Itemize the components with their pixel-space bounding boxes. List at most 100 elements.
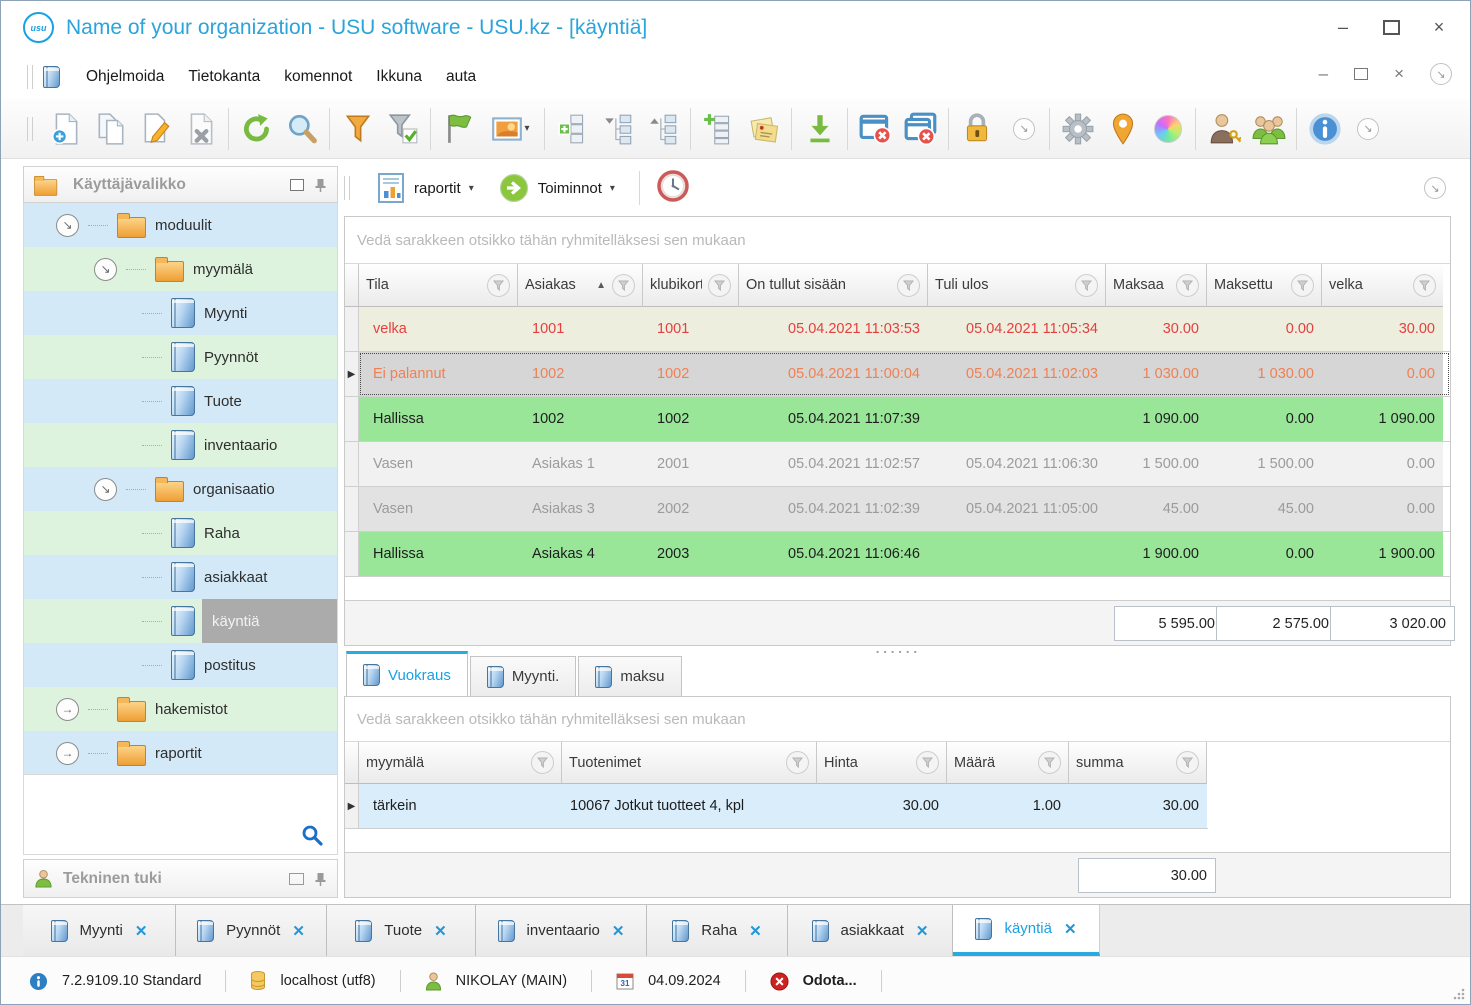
filter-icon[interactable]	[1413, 274, 1436, 297]
tab-vuokraus[interactable]: Vuokraus	[346, 651, 468, 696]
support-float-button[interactable]	[289, 873, 304, 885]
filter-icon[interactable]	[708, 274, 731, 297]
add-row-icon[interactable]	[696, 105, 741, 153]
column-header-hinta[interactable]: Hinta	[817, 742, 947, 784]
table-row[interactable]: VasenAsiakas 3200205.04.2021 11:02:3905.…	[345, 487, 1450, 532]
filter-icon[interactable]	[1291, 274, 1314, 297]
menu-komennot[interactable]: komennot	[272, 62, 364, 92]
tree-item-raha[interactable]: Raha	[24, 511, 337, 555]
column-header-tuli-ulos[interactable]: Tuli ulos	[928, 264, 1106, 307]
tree-item-myynti[interactable]: Myynti	[24, 291, 337, 335]
flag-icon[interactable]	[436, 105, 481, 153]
toolbar-grip[interactable]	[27, 117, 33, 141]
import-icon[interactable]	[797, 105, 842, 153]
mdi-restore-button[interactable]	[1354, 68, 1368, 80]
lock-icon[interactable]	[954, 105, 999, 153]
tab-maksu[interactable]: maksu	[578, 656, 681, 696]
search-icon[interactable]	[279, 105, 324, 153]
notes-icon[interactable]	[741, 105, 786, 153]
refresh-icon[interactable]	[234, 105, 279, 153]
toolbar2-options-button[interactable]: ↘	[1357, 118, 1379, 140]
close-tab-icon[interactable]: ✕	[434, 922, 447, 940]
column-header-maksaa[interactable]: Maksaa	[1106, 264, 1207, 307]
support-pin-icon[interactable]	[314, 872, 327, 886]
close-tab-icon[interactable]: ✕	[292, 922, 305, 940]
table-row[interactable]: VasenAsiakas 1200105.04.2021 11:02:5705.…	[345, 442, 1450, 487]
table-row-focused[interactable]: ▶Ei palannut1002100205.04.2021 11:00:040…	[345, 352, 1450, 397]
groupby-bar[interactable]: Vedä sarakkeen otsikko tähän ryhmitelläk…	[345, 697, 1450, 742]
filter-icon[interactable]	[335, 105, 380, 153]
filter-icon[interactable]	[1038, 751, 1061, 774]
tree-item-hakemistot[interactable]: →hakemistot	[24, 687, 337, 731]
table-row[interactable]: velka1001100105.04.2021 11:03:5305.04.20…	[345, 307, 1450, 352]
filter-icon[interactable]	[1176, 274, 1199, 297]
collapse-icon[interactable]: ↘	[94, 258, 117, 281]
close-tab-icon[interactable]: ✕	[749, 922, 762, 940]
edit-document-icon[interactable]	[133, 105, 178, 153]
column-header-asiakas[interactable]: Asiakas▲	[518, 264, 643, 307]
sidebar-float-button[interactable]	[290, 179, 304, 191]
menu-ohjelmoida[interactable]: Ohjelmoida	[74, 62, 176, 92]
reports-button[interactable]: raportit▾	[368, 168, 482, 208]
filter-icon[interactable]	[786, 751, 809, 774]
filter-icon[interactable]	[531, 751, 554, 774]
collapse-icon[interactable]: ↘	[94, 478, 117, 501]
mdi-minimize-button[interactable]: –	[1319, 64, 1328, 84]
info-icon[interactable]	[1302, 105, 1347, 153]
image-view-icon[interactable]: ▾	[481, 105, 539, 153]
close-all-windows-icon[interactable]	[898, 105, 943, 153]
filter-icon[interactable]	[487, 274, 510, 297]
delete-document-icon[interactable]	[178, 105, 223, 153]
tree-item-asiakkaat[interactable]: asiakkaat	[24, 555, 337, 599]
window-tab-pyynnot[interactable]: Pyynnöt✕	[176, 905, 327, 956]
column-header-tila[interactable]: Tila	[359, 264, 518, 307]
tree-item-pyynnot[interactable]: Pyynnöt	[24, 335, 337, 379]
window-tab-asiakkaat[interactable]: asiakkaat✕	[788, 905, 953, 956]
user-access-icon[interactable]	[1201, 105, 1246, 153]
support-panel-header[interactable]: Tekninen tuki	[23, 859, 338, 898]
filter-icon[interactable]	[916, 751, 939, 774]
location-icon[interactable]	[1100, 105, 1145, 153]
column-header-on-tullut-sisaan[interactable]: On tullut sisään	[739, 264, 928, 307]
actions-button[interactable]: Toiminnot▾	[490, 168, 623, 208]
splitter-handle[interactable]: ■ ■ ■ ■ ■ ■	[344, 646, 1451, 656]
table-row[interactable]: HallissaAsiakas 4200305.04.2021 11:06:46…	[345, 532, 1450, 577]
copy-document-icon[interactable]	[88, 105, 133, 153]
window-tab-kayntia-active[interactable]: käyntiä✕	[953, 905, 1100, 956]
sidebar-search-icon[interactable]	[301, 824, 323, 846]
window-tab-raha[interactable]: Raha✕	[647, 905, 788, 956]
column-header-summa[interactable]: summa	[1069, 742, 1207, 784]
settings-icon[interactable]	[1055, 105, 1100, 153]
filter-icon[interactable]	[612, 274, 635, 297]
close-tab-icon[interactable]: ✕	[135, 922, 148, 940]
window-tab-inventaario[interactable]: inventaario✕	[476, 905, 647, 956]
colors-icon[interactable]	[1145, 105, 1190, 153]
expand-icon[interactable]: →	[56, 698, 79, 721]
tab-myynti[interactable]: Myynti.	[470, 656, 577, 696]
close-tab-icon[interactable]: ✕	[1064, 920, 1077, 938]
tree-item-raportit[interactable]: →raportit	[24, 731, 337, 775]
tree-item-myymala[interactable]: ↘myymälä	[24, 247, 337, 291]
window-tab-myynti[interactable]: Myynti✕	[23, 905, 176, 956]
menu-tietokanta[interactable]: Tietokanta	[176, 62, 272, 92]
sidebar-pin-icon[interactable]	[314, 178, 327, 192]
schedule-clock-icon[interactable]	[656, 169, 690, 208]
menubar-grip[interactable]	[27, 65, 33, 89]
mdi-close-button[interactable]: ×	[1394, 64, 1404, 84]
panel-options-button[interactable]: ↘	[1424, 177, 1446, 199]
filter-icon[interactable]	[897, 274, 920, 297]
expand-icon[interactable]: →	[56, 742, 79, 765]
maximize-button[interactable]	[1378, 15, 1404, 39]
column-header-myymala[interactable]: myymälä	[359, 742, 562, 784]
expand-tree-icon[interactable]	[640, 105, 685, 153]
tree-item-tuote[interactable]: Tuote	[24, 379, 337, 423]
users-icon[interactable]	[1246, 105, 1291, 153]
filter-icon[interactable]	[1176, 751, 1199, 774]
resize-grip[interactable]	[1452, 987, 1466, 1001]
minimize-button[interactable]: –	[1330, 15, 1356, 39]
panel-toolbar-grip[interactable]	[344, 176, 350, 200]
table-row[interactable]: Hallissa1002100205.04.2021 11:07:391 090…	[345, 397, 1450, 442]
column-header-klubikortti[interactable]: klubikortti	[643, 264, 739, 307]
close-button[interactable]: ×	[1426, 15, 1452, 39]
tree-item-kayntia-selected[interactable]: käyntiä	[24, 599, 337, 643]
